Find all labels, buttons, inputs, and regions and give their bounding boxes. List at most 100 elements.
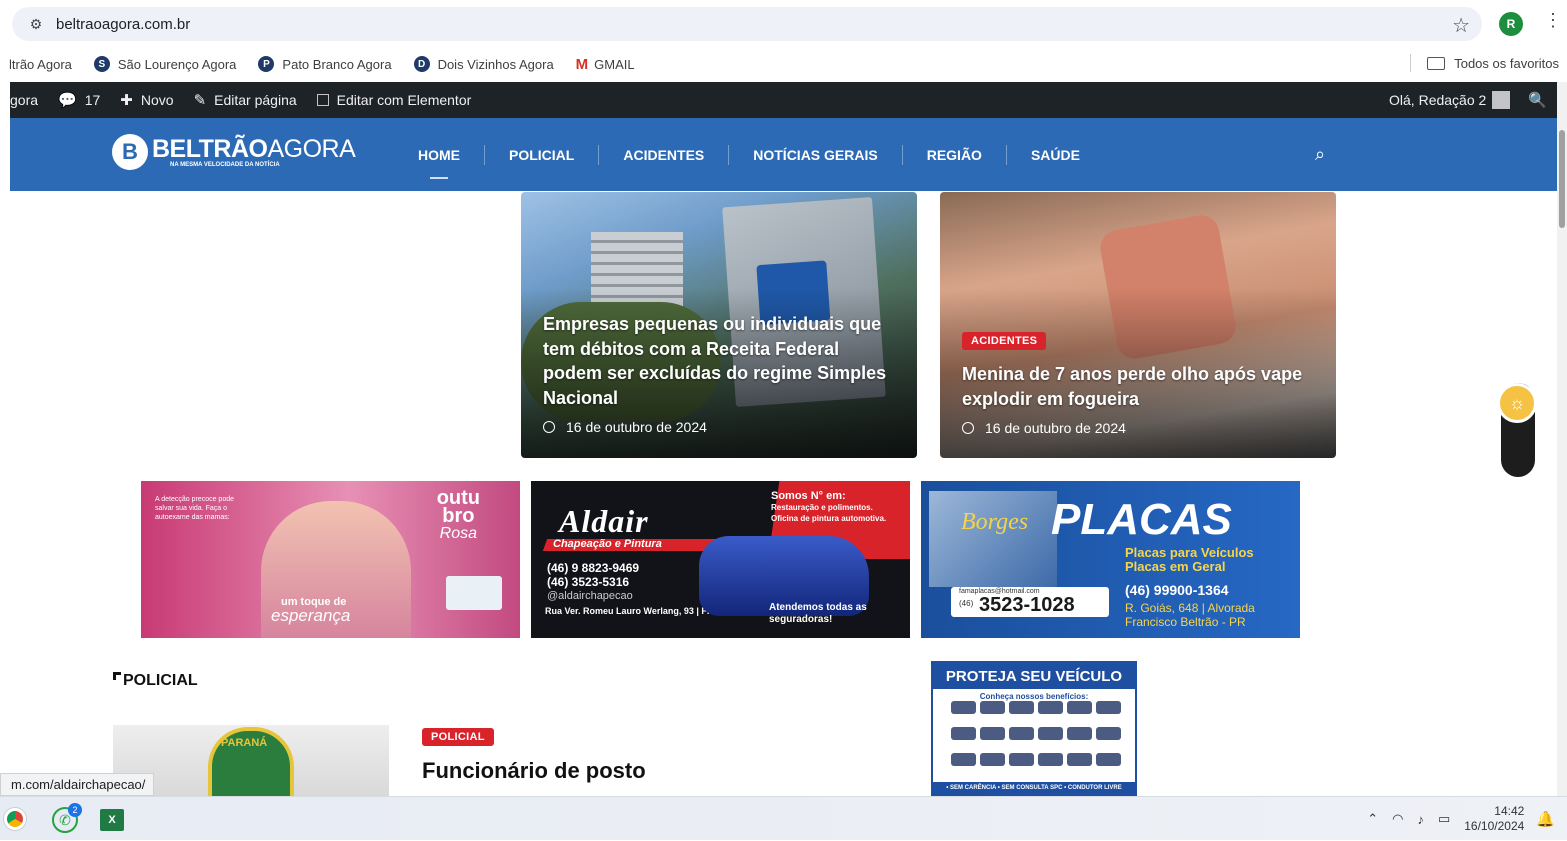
link-status-url: m.com/aldairchapecao/ — [0, 773, 155, 796]
ad-banner-proteja[interactable]: PROTEJA SEU VEÍCULO Conheça nossos benef… — [931, 661, 1137, 796]
sun-icon[interactable]: ☼ — [1497, 383, 1537, 423]
ad-banner-borges-placas[interactable]: Borges PLACAS Placas para Veículos Placas… — [921, 481, 1300, 638]
browser-toolbar: ⚙ beltraoagora.com.br ☆ R ⋮ — [0, 0, 1567, 46]
address-url[interactable]: beltraoagora.com.br — [56, 16, 190, 33]
card-title[interactable]: Empresas pequenas ou individuais que tem… — [543, 312, 903, 410]
category-tag[interactable]: POLICIAL — [422, 728, 494, 746]
all-bookmarks-button[interactable]: Todos os favoritos — [1410, 54, 1559, 72]
site-logo[interactable]: B BELTRÃOAGORA NA MESMA VELOCIDADE DA NO… — [112, 134, 356, 170]
aldair-subtitle: Chapeação e Pintura — [553, 538, 662, 550]
placas-area-code: (46) — [959, 599, 974, 608]
nav-saude[interactable]: SAÚDE — [1005, 144, 1104, 165]
os-taskbar: ✆ 2 X ⌃ ◠ ♪ ▭ 14:42 16/10/2024 🔔 — [0, 796, 1567, 840]
system-tray: ⌃ ◠ ♪ ▭ 14:42 16/10/2024 🔔 — [1367, 797, 1567, 841]
chrome-icon[interactable] — [4, 808, 26, 830]
admin-edit-page-link[interactable]: ✎ Editar página — [194, 91, 297, 109]
site-favicon-icon: S — [93, 56, 110, 72]
volume-icon[interactable]: ♪ — [1417, 812, 1424, 827]
folder-icon — [1427, 56, 1446, 70]
excel-icon[interactable]: X — [100, 809, 124, 831]
featured-card-vape[interactable]: ACIDENTES Menina de 7 anos perde olho ap… — [940, 192, 1336, 458]
bookmark-label: Pato Branco Agora — [282, 56, 392, 72]
placas-logo-text: PLACAS — [1051, 495, 1232, 544]
banner-small-text: A detecção precoce pode salvar sua vida.… — [155, 496, 235, 521]
pencil-icon: ✎ — [193, 92, 207, 109]
nav-regiao[interactable]: REGIÃO — [901, 144, 1006, 165]
chevron-up-icon[interactable]: ⌃ — [1367, 811, 1378, 827]
admin-comments-link[interactable]: 💬 17 — [58, 91, 100, 109]
comments-count: 17 — [84, 92, 101, 108]
all-bookmarks-label: Todos os favoritos — [1454, 55, 1559, 71]
battery-icon[interactable]: ▭ — [1438, 811, 1450, 827]
nav-noticias-gerais[interactable]: NOTÍCIAS GERAIS — [728, 144, 901, 165]
nav-home[interactable]: HOME — [408, 145, 484, 179]
bookmark-label: ltrão Agora — [9, 56, 72, 72]
bookmark-label: Dois Vizinhos Agora — [437, 56, 554, 72]
shield-text: PARANÁ — [221, 737, 268, 749]
bookmark-dois-vizinhos[interactable]: D Dois Vizinhos Agora — [413, 56, 554, 72]
site-favicon-icon: D — [413, 56, 430, 72]
bookmark-pato-branco[interactable]: P Pato Branco Agora — [258, 56, 392, 72]
category-tag[interactable]: ACIDENTES — [962, 332, 1047, 350]
benefits-icon-grid — [951, 701, 1121, 775]
bookmark-sao-lourenco[interactable]: S São Lourenço Agora — [93, 56, 237, 72]
post-title[interactable]: Funcionário de posto — [422, 758, 646, 784]
menu-kebab-icon[interactable]: ⋮ — [1544, 10, 1562, 31]
plus-icon: ✚ — [120, 92, 133, 109]
divider — [1410, 54, 1412, 72]
proteja-title: PROTEJA SEU VEÍCULO — [933, 663, 1135, 689]
ad-banner-outubro-rosa[interactable]: A detecção precoce pode salvar sua vida.… — [141, 481, 520, 638]
logo-light-text: AGORA — [267, 135, 356, 163]
site-info-icon[interactable]: ⚙ — [26, 14, 46, 34]
system-clock[interactable]: 14:42 16/10/2024 — [1464, 804, 1524, 834]
section-title-policial: POLICIAL — [113, 672, 198, 690]
main-nav: HOME POLICIAL ACIDENTES NOTÍCIAS GERAIS … — [408, 118, 1104, 191]
site-header: B BELTRÃOAGORA NA MESMA VELOCIDADE DA NO… — [10, 118, 1557, 191]
site-search-icon[interactable]: ⌕ — [1315, 144, 1325, 165]
address-bar[interactable]: ⚙ beltraoagora.com.br ☆ — [12, 7, 1482, 41]
bookmarks-bar: ltrão Agora S São Lourenço Agora P Pato Br… — [0, 46, 1567, 82]
bookmark-star-icon[interactable]: ☆ — [1452, 13, 1470, 38]
admin-new-link[interactable]: ✚ Novo — [120, 91, 173, 109]
elementor-label: Editar com Elementor — [336, 92, 472, 108]
profile-avatar[interactable]: R — [1499, 12, 1523, 36]
placas-phone: (46) 99900-1364 — [1125, 582, 1229, 598]
placas-services: Placas para Veículos Placas em Geral — [1125, 545, 1254, 574]
card-title[interactable]: Menina de 7 anos perde olho após vape ex… — [962, 362, 1322, 411]
site-favicon-icon: P — [258, 56, 275, 72]
proteja-footer: • SEM CARÊNCIA • SEM CONSULTA SPC • COND… — [933, 782, 1135, 794]
nav-acidentes[interactable]: ACIDENTES — [598, 144, 728, 165]
new-label: Novo — [140, 92, 174, 108]
admin-greeting[interactable]: Olá, Redação 2 — [1389, 92, 1486, 108]
sponsor-card-icon — [446, 576, 502, 610]
notification-bell-icon[interactable]: 🔔 — [1536, 810, 1555, 828]
nav-policial[interactable]: POLICIAL — [484, 144, 598, 165]
notification-badge: 2 — [68, 803, 82, 817]
wifi-icon[interactable]: ◠ — [1392, 811, 1403, 827]
card-date: 16 de outubro de 2024 — [543, 419, 707, 435]
section-title-text: POLICIAL — [123, 672, 198, 689]
admin-avatar[interactable] — [1492, 91, 1511, 109]
logo-bold-text: BELTRÃO — [152, 135, 268, 163]
banner-somos-text: Somos N° em: Restauração e polimentos. Ofi… — [771, 490, 887, 524]
bookmark-label: São Lourenço Agora — [117, 56, 237, 72]
admin-site-link[interactable]: gora — [10, 92, 38, 108]
ad-banner-aldair[interactable]: Somos N° em: Restauração e polimentos. Ofi… — [531, 481, 910, 638]
featured-card-receita[interactable]: Empresas pequenas ou individuais que tem… — [521, 192, 917, 458]
bookmark-beltrao[interactable]: ltrão Agora — [9, 57, 72, 72]
aldair-logo-text: Aldair — [559, 503, 649, 539]
banner-atendemos-text: Atendemos todas as seguradoras! — [769, 602, 867, 625]
admin-elementor-link[interactable]: Editar com Elementor — [316, 92, 472, 108]
aldair-instagram: @aldairchapecao — [547, 590, 633, 602]
clock-icon — [962, 422, 974, 434]
scrollbar-thumb[interactable] — [1559, 130, 1565, 228]
card-date: 16 de outubro de 2024 — [962, 420, 1126, 436]
plate-photo-illustration — [929, 491, 1057, 587]
admin-search-icon[interactable]: 🔍 — [1528, 91, 1547, 109]
aldair-phones: (46) 9 8823-9469 (46) 3523-5316 — [547, 561, 640, 589]
bookmark-label: GMAIL — [594, 56, 635, 72]
bookmark-gmail[interactable]: M GMAIL — [576, 56, 635, 73]
logo-mark-icon: B — [112, 134, 148, 170]
page-scrollbar[interactable] — [1557, 82, 1567, 796]
placas-landline: 3523-1028 — [979, 594, 1075, 616]
